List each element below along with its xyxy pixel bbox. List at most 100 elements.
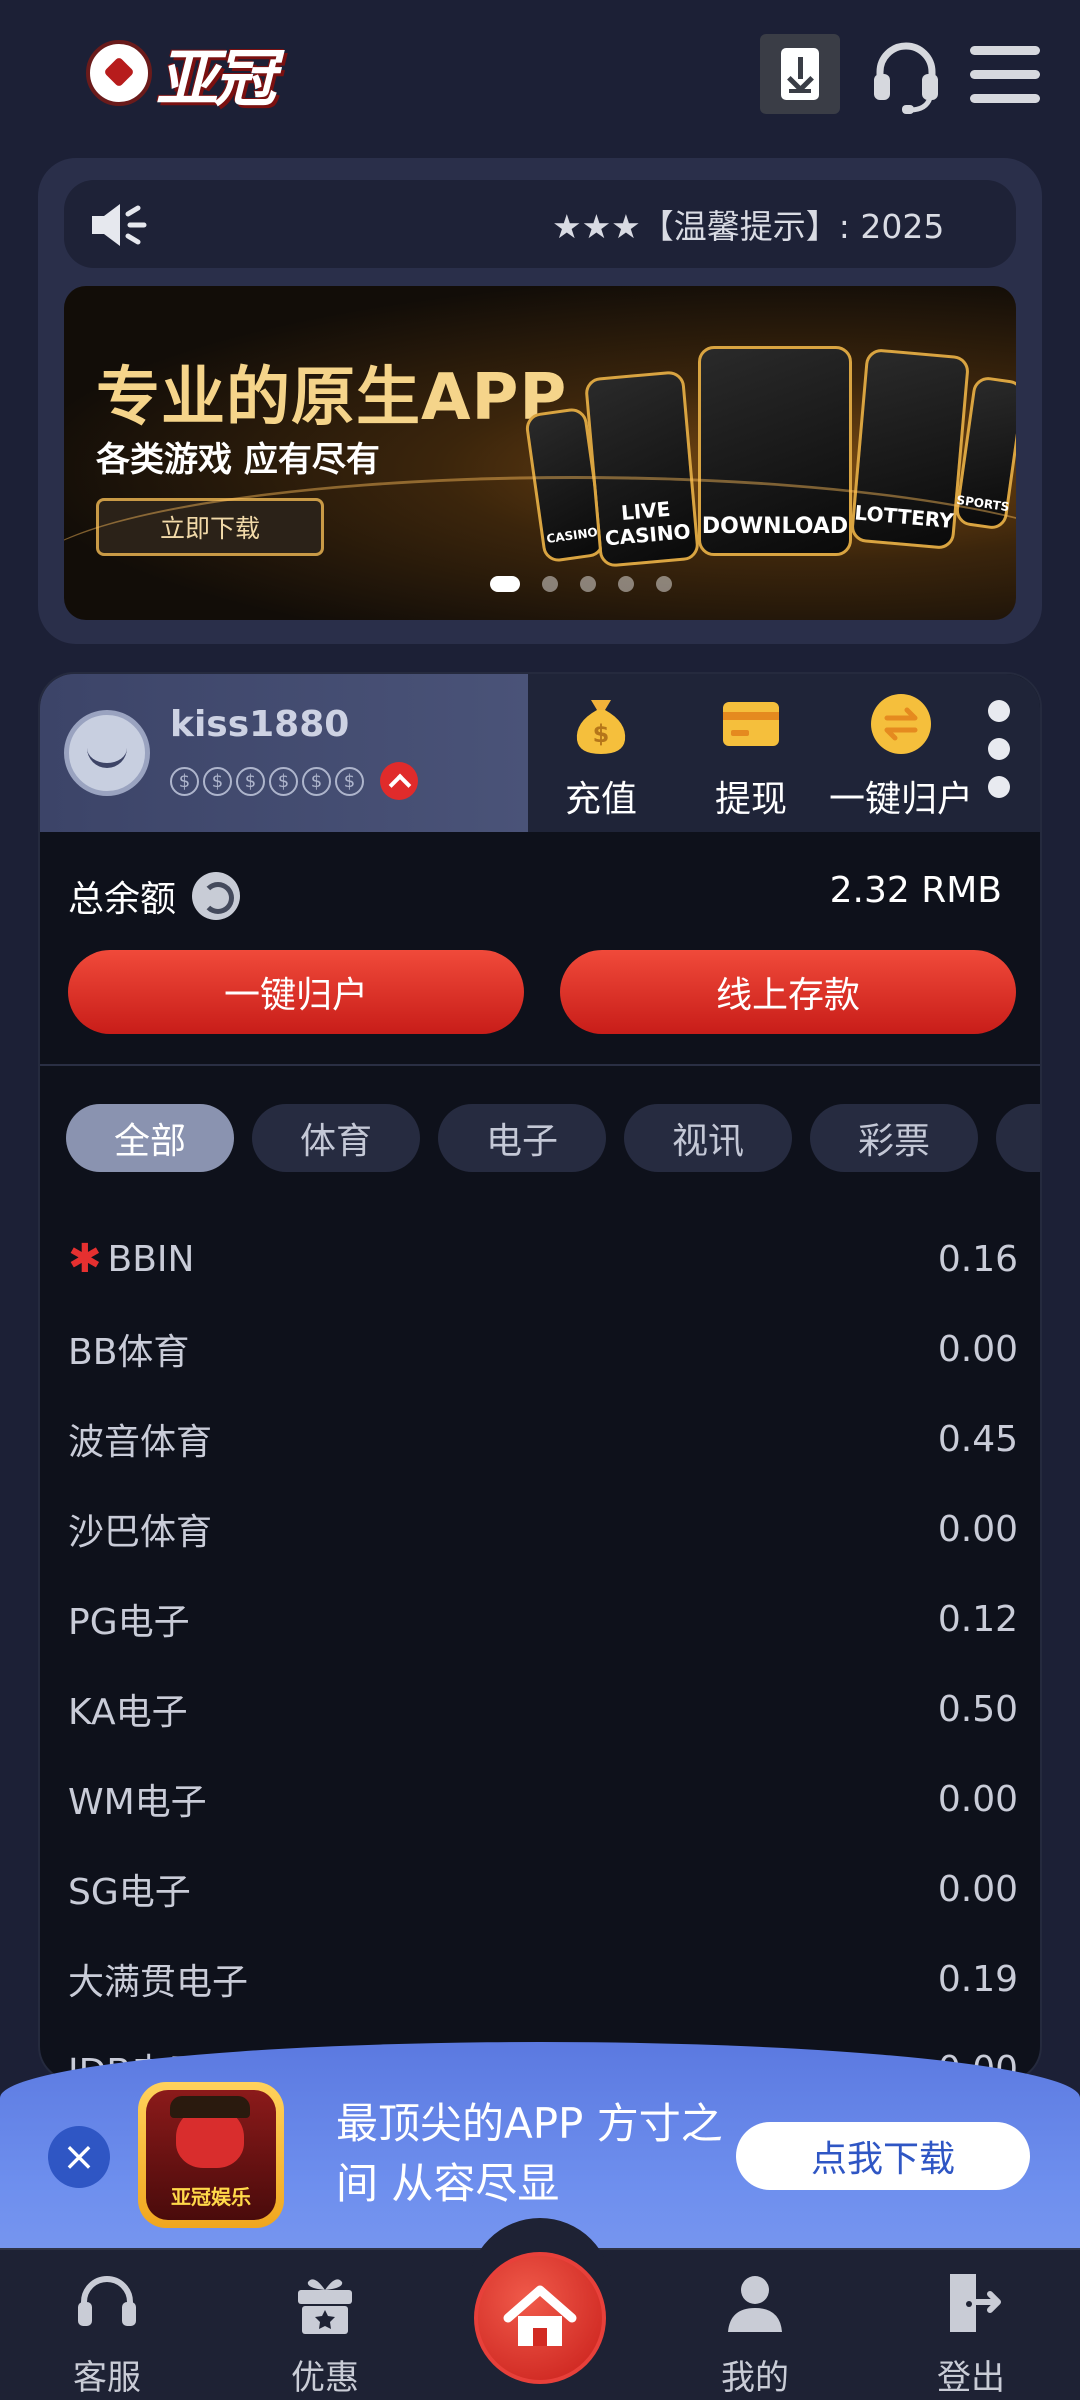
carousel-dots (490, 576, 672, 592)
transfer-icon (871, 694, 931, 754)
brand-logo[interactable]: 亚冠 (86, 34, 276, 115)
nav-logout[interactable]: 登出 (896, 2268, 1046, 2399)
list-item[interactable]: KA电子 0.50 (40, 1664, 1040, 1754)
tab-lottery[interactable]: 彩票 (810, 1104, 978, 1172)
notice-text: ★★★【温馨提示】: 2025 (552, 207, 945, 246)
list-item[interactable]: 大满贯电子 0.19 (40, 1934, 1040, 2024)
carousel-dot-active[interactable] (490, 576, 520, 592)
carousel-dot[interactable] (542, 576, 558, 592)
platform-name: 波音体育 (68, 1422, 213, 1463)
list-item[interactable]: BB体育 0.00 (40, 1304, 1040, 1394)
online-deposit-button[interactable]: 线上存款 (560, 950, 1016, 1034)
username: kiss1880 (170, 704, 350, 745)
one-click-collect-main-button[interactable]: 一键归户 (68, 950, 524, 1034)
menu-line (970, 93, 1040, 103)
vip-coin-icon: $ (236, 766, 265, 796)
nav-promotions[interactable]: 优惠 (250, 2268, 400, 2399)
logo-text: 亚冠 (156, 42, 276, 115)
list-item[interactable]: 沙巴体育 0.00 (40, 1484, 1040, 1574)
menu-line (970, 45, 1040, 55)
vip-level-badges: $ $ $ $ $ $ (170, 762, 418, 800)
speaker-icon (92, 204, 147, 246)
platform-balance: 0.00 (937, 1868, 1018, 1910)
vip-coin-icon: $ (335, 766, 364, 796)
list-item[interactable]: PG电子 0.12 (40, 1574, 1040, 1664)
carousel-dot[interactable] (656, 576, 672, 592)
close-icon[interactable]: × (48, 2126, 110, 2188)
promo-text: 最顶尖的APP 方寸之间 从容尽显 (336, 2099, 723, 2208)
nav-service-label: 客服 (73, 2358, 141, 2398)
carousel-dot[interactable] (580, 576, 596, 592)
promo-download-button[interactable]: 点我下载 (736, 2122, 1030, 2190)
platform-balance: 0.00 (937, 1778, 1018, 1820)
carousel-dot[interactable] (618, 576, 634, 592)
list-item[interactable]: ✱ BBIN 0.16 (40, 1214, 1040, 1304)
customer-service-button[interactable] (866, 34, 946, 114)
platform-balance: 0.00 (937, 1508, 1018, 1550)
vip-coin-icon: $ (302, 766, 331, 796)
platform-balance: 0.45 (937, 1418, 1018, 1460)
platform-name: KA电子 (68, 1692, 188, 1733)
platform-name: BBIN (107, 1238, 195, 1280)
platform-balance: 0.50 (937, 1688, 1018, 1730)
platform-balance: 0.00 (937, 1328, 1018, 1370)
platform-balance: 0.16 (937, 1238, 1018, 1280)
withdraw-button[interactable]: 提现 (676, 692, 826, 822)
account-panel: kiss1880 $ $ $ $ $ $ $ 充值 提现 一键归户 总余额 2.… (38, 672, 1042, 2082)
svg-text:$: $ (593, 720, 610, 748)
vip-coin-icon: $ (203, 766, 232, 796)
nav-promotions-label: 优惠 (291, 2358, 359, 2398)
divider (40, 1064, 1040, 1066)
tab-all[interactable]: 全部 (66, 1104, 234, 1172)
chevron-up-icon[interactable] (380, 762, 418, 800)
home-button[interactable] (474, 2252, 606, 2384)
list-item[interactable]: 波音体育 0.45 (40, 1394, 1040, 1484)
promo-banner[interactable]: 专业的原生APP 各类游戏 应有尽有 立即下载 CASINO LIVE CASI… (64, 286, 1016, 620)
tab-more[interactable] (996, 1104, 1040, 1172)
app-download-button[interactable] (760, 34, 840, 114)
platform-name: BB体育 (68, 1332, 190, 1373)
list-item[interactable]: SG电子 0.00 (40, 1844, 1040, 1934)
platform-name: WM电子 (68, 1782, 207, 1823)
refresh-icon[interactable] (192, 872, 241, 920)
nav-mine[interactable]: 我的 (680, 2268, 830, 2399)
app-icon-caption: 亚冠娱乐 (171, 2185, 251, 2209)
user-info[interactable]: kiss1880 $ $ $ $ $ $ (40, 674, 528, 832)
game-tiles: CASINO LIVE CASINO DOWNLOAD LOTTERY SPOR… (523, 316, 1016, 606)
soccer-ball-icon (86, 40, 152, 106)
money-bag-icon: $ (576, 700, 626, 754)
notice-marquee[interactable]: ★★★【温馨提示】: 2025 (64, 180, 1016, 268)
platform-name: 沙巴体育 (68, 1512, 213, 1553)
avatar[interactable] (64, 710, 150, 796)
tab-sports[interactable]: 体育 (252, 1104, 420, 1172)
app-icon: 亚冠娱乐 (138, 2082, 284, 2228)
vip-coin-icon: $ (170, 766, 199, 796)
dot (988, 776, 1010, 798)
total-balance-value: 2.32 RMB (829, 870, 1002, 911)
nav-service[interactable]: 客服 (32, 2268, 182, 2399)
one-click-collect-label: 一键归户 (828, 779, 973, 820)
one-click-collect-button[interactable]: 一键归户 (826, 692, 976, 822)
banner-subtitle: 各类游戏 应有尽有 (96, 440, 380, 480)
tab-live-video[interactable]: 视讯 (624, 1104, 792, 1172)
recharge-button[interactable]: $ 充值 (526, 692, 676, 822)
hamburger-menu-button[interactable] (970, 34, 1050, 114)
headset-icon (874, 42, 938, 114)
platform-name: 大满贯电子 (68, 1962, 249, 2003)
app-download-icon (781, 48, 819, 100)
nav-logout-label: 登出 (937, 2358, 1005, 2398)
more-options-icon[interactable] (988, 700, 1010, 798)
tab-electronic[interactable]: 电子 (438, 1104, 606, 1172)
banner-download-button[interactable]: 立即下载 (96, 498, 324, 556)
menu-line (970, 69, 1040, 79)
pirate-mascot-icon (170, 2096, 250, 2168)
headset-icon (78, 2276, 136, 2326)
platform-name: SG电子 (68, 1872, 191, 1913)
category-tabs: 全部 体育 电子 视讯 彩票 (66, 1104, 1040, 1172)
vip-coin-icon: $ (269, 766, 298, 796)
nav-mine-label: 我的 (721, 2358, 789, 2398)
recharge-label: 充值 (564, 779, 637, 820)
user-icon (728, 2276, 782, 2332)
list-item[interactable]: WM电子 0.00 (40, 1754, 1040, 1844)
logout-icon (950, 2274, 1001, 2332)
